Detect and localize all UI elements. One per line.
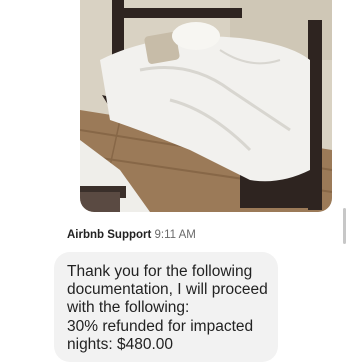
message-line-4: 30% refunded for impacted: [67, 317, 254, 335]
message-time: 9:11 AM: [154, 229, 196, 241]
message-meta: Airbnb Support 9:11 AM: [67, 229, 196, 241]
bed-photo: [80, 0, 332, 212]
message-line-2: documentation, I will proceed: [67, 281, 268, 299]
message-line-5: nights: $480.00: [67, 335, 174, 353]
sender-name: Airbnb Support: [67, 229, 152, 241]
message-line-1: Thank you for the following: [67, 263, 253, 280]
message-line-3: with the following:: [67, 299, 190, 317]
photo-attachment[interactable]: [80, 0, 332, 212]
scrollbar[interactable]: [343, 208, 346, 244]
message-bubble: Thank you for the following documentatio…: [54, 252, 278, 362]
